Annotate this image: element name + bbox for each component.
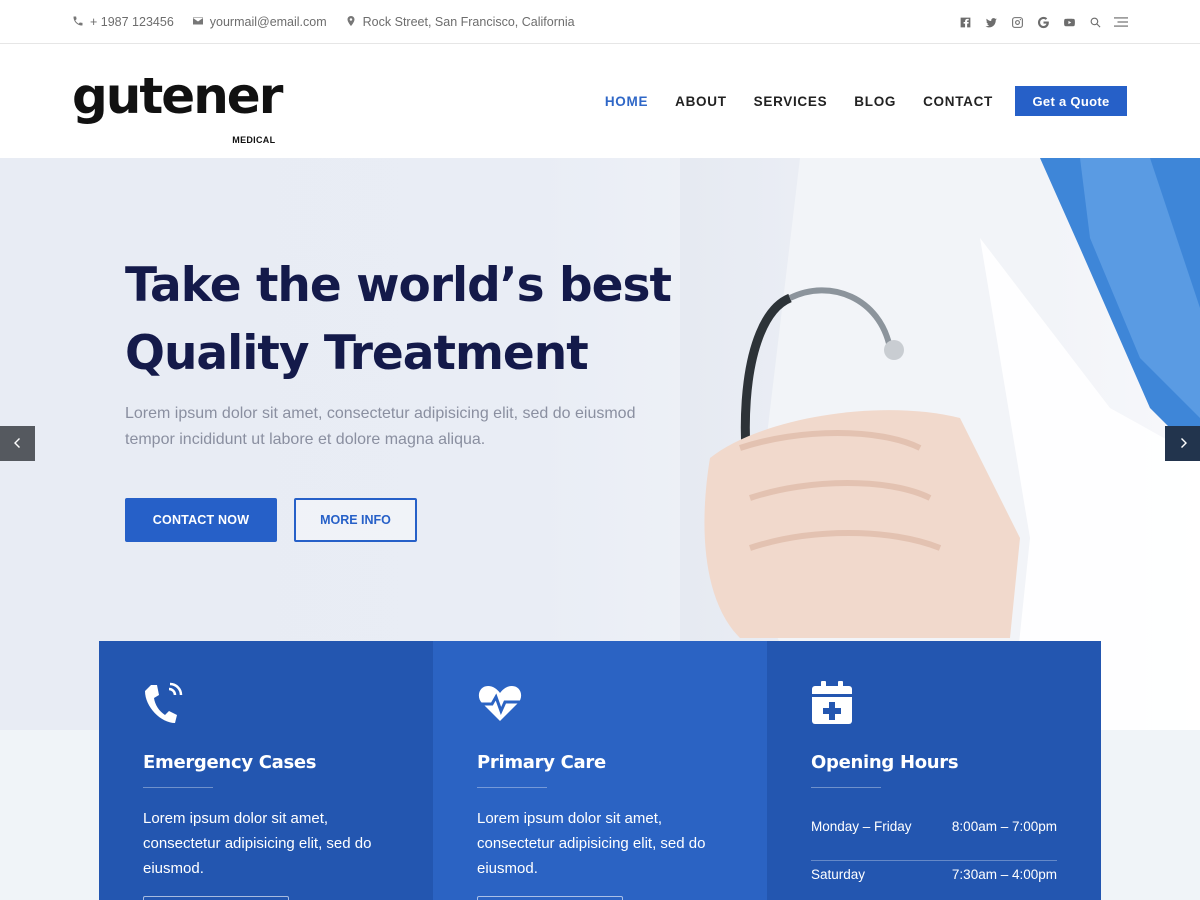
feature-title: Primary Care xyxy=(477,752,606,773)
logo-wordmark: gutener xyxy=(72,67,283,125)
feature-boxes: Emergency Cases Lorem ipsum dolor sit am… xyxy=(99,641,1101,900)
feature-primary-care: Primary Care Lorem ipsum dolor sit amet,… xyxy=(433,641,767,900)
slider-prev-button[interactable] xyxy=(0,426,35,461)
site-header: gutener MEDICAL HOME ABOUT SERVICES BLOG… xyxy=(0,45,1200,158)
hours-day: Monday – Friday xyxy=(811,819,912,834)
feature-opening-hours: Opening Hours Monday – Friday 8:00am – 7… xyxy=(767,641,1101,900)
facebook-icon[interactable] xyxy=(958,15,972,29)
hero-title: Take the world’s best Quality Treatment xyxy=(125,252,725,388)
email-address: yourmail@email.com xyxy=(209,15,327,29)
feature-title: Opening Hours xyxy=(811,752,959,773)
phone-icon xyxy=(72,15,84,30)
read-more-button[interactable] xyxy=(477,896,623,900)
search-icon[interactable] xyxy=(1088,15,1102,29)
hours-row: Monday – Friday 8:00am – 7:00pm xyxy=(811,813,1057,861)
calendar-plus-icon xyxy=(811,681,853,725)
hours-time: 8:00am – 7:00pm xyxy=(951,819,1057,834)
feature-text: Lorem ipsum dolor sit amet, consectetur … xyxy=(477,810,706,877)
social-links xyxy=(958,0,1128,44)
youtube-icon[interactable] xyxy=(1062,15,1076,29)
hours-time: 7:30am – 4:00pm xyxy=(951,867,1057,882)
contact-info: + 1987 123456 yourmail@email.com Rock St… xyxy=(72,0,583,44)
feature-emergency: Emergency Cases Lorem ipsum dolor sit am… xyxy=(99,641,433,900)
hero-text: Lorem ipsum dolor sit amet, consectetur … xyxy=(125,405,636,448)
nav-services[interactable]: SERVICES xyxy=(754,94,828,109)
hours-row: Saturday 7:30am – 4:00pm xyxy=(811,861,1057,900)
feature-title: Emergency Cases xyxy=(143,752,317,773)
envelope-icon xyxy=(192,15,204,30)
site-logo[interactable]: gutener MEDICAL xyxy=(72,67,283,145)
instagram-icon[interactable] xyxy=(1010,15,1024,29)
phone-icon xyxy=(143,681,185,725)
phone-info[interactable]: + 1987 123456 xyxy=(72,15,174,30)
address-text: Rock Street, San Francisco, California xyxy=(362,15,575,29)
divider xyxy=(143,787,213,788)
get-a-quote-button[interactable]: Get a Quote xyxy=(1015,86,1127,116)
hours-day: Saturday xyxy=(811,867,866,882)
nav-home[interactable]: HOME xyxy=(605,94,648,109)
map-marker-icon xyxy=(345,15,357,30)
feature-text: Lorem ipsum dolor sit amet, consectetur … xyxy=(143,810,372,877)
main-nav: HOME ABOUT SERVICES BLOG CONTACT Get a Q… xyxy=(578,86,1127,116)
nav-contact[interactable]: CONTACT xyxy=(923,94,993,109)
logo-subtitle: MEDICAL xyxy=(232,135,276,145)
nav-blog[interactable]: BLOG xyxy=(854,94,896,109)
twitter-icon[interactable] xyxy=(984,15,998,29)
divider xyxy=(811,787,881,788)
slider-next-button[interactable] xyxy=(1165,426,1200,461)
address-info: Rock Street, San Francisco, California xyxy=(345,15,575,30)
top-bar: + 1987 123456 yourmail@email.com Rock St… xyxy=(0,0,1200,44)
chevron-right-icon xyxy=(1178,435,1188,453)
email-info[interactable]: yourmail@email.com xyxy=(192,15,327,30)
google-icon[interactable] xyxy=(1036,15,1050,29)
more-info-button[interactable]: MORE INFO xyxy=(294,498,417,542)
hero-title-line-2: Quality Treatment xyxy=(125,326,589,381)
nav-about[interactable]: ABOUT xyxy=(675,94,727,109)
contact-now-button[interactable]: CONTACT NOW xyxy=(125,498,277,542)
opening-hours-list: Monday – Friday 8:00am – 7:00pm Saturday… xyxy=(811,813,1057,900)
divider xyxy=(477,787,547,788)
chevron-left-icon xyxy=(13,435,23,453)
hero-title-line-1: Take the world’s best xyxy=(125,258,672,313)
read-more-button[interactable] xyxy=(143,896,289,900)
menu-icon[interactable] xyxy=(1114,15,1128,29)
phone-number: + 1987 123456 xyxy=(90,15,174,29)
heartbeat-icon xyxy=(477,681,523,725)
